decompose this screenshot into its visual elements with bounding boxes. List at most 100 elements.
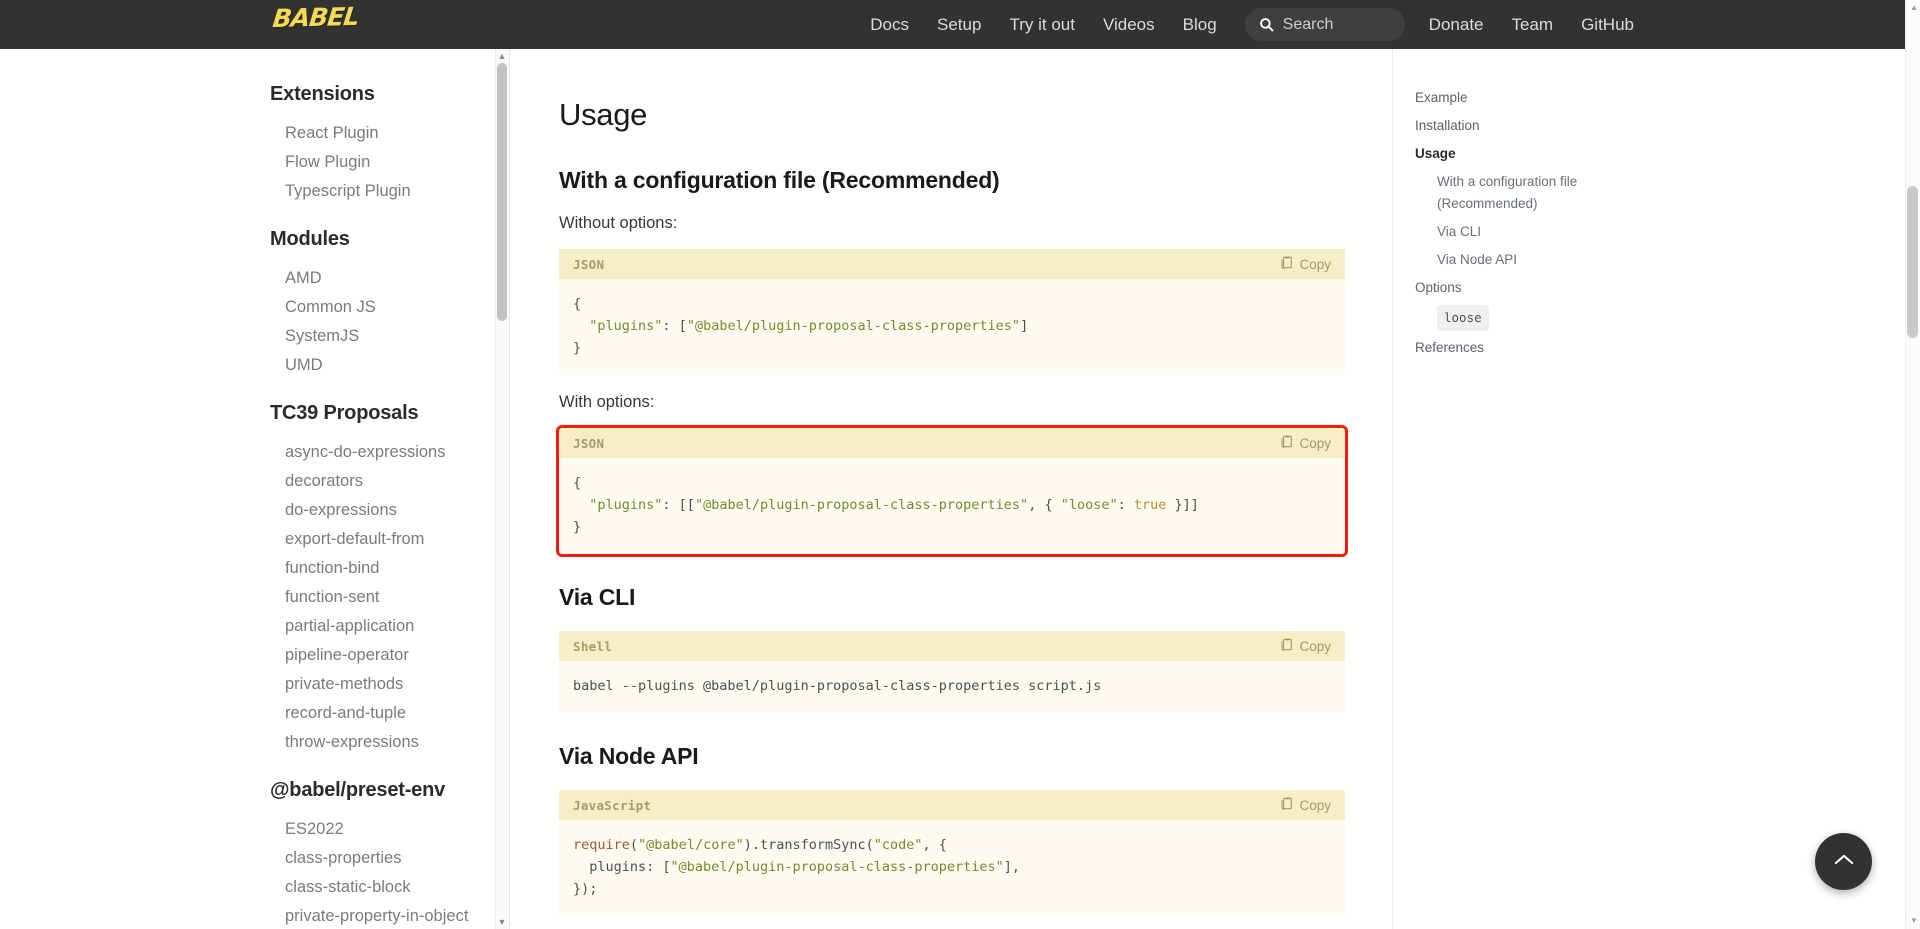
toc-item-via-node-api[interactable]: Via Node API	[1415, 249, 1672, 271]
code-block-header: Shell Copy	[559, 631, 1345, 661]
code-block-shell-cli: Shell Copy babel --plugins @babel/plugin…	[559, 631, 1345, 713]
nav-link-github[interactable]: GitHub	[1567, 0, 1648, 49]
page-title: Usage	[559, 97, 648, 132]
sidebar-item-function-sent[interactable]: function-sent	[0, 583, 496, 612]
sidebar-scrollbar-thumb[interactable]	[497, 63, 507, 321]
sidebar-item-es2022[interactable]: ES2022	[0, 815, 496, 844]
sidebar-heading-modules: Modules	[270, 228, 350, 250]
toc-item-options[interactable]: Options	[1415, 277, 1672, 299]
code-block-header: JavaScript Copy	[559, 790, 1345, 820]
sidebar-item-function-bind[interactable]: function-bind	[0, 554, 496, 583]
sidebar-item-class-properties[interactable]: class-properties	[0, 844, 496, 873]
navbar-right-group: Docs Setup Try it out Videos Blog Search…	[856, 0, 1920, 49]
sidebar-item-private-property-in-object[interactable]: private-property-in-object	[0, 902, 496, 929]
toc-item-with-configuration-file[interactable]: With a configuration file (Recommended)	[1415, 171, 1672, 215]
code-block-javascript-node-api: JavaScript Copy require("@babel/core").t…	[559, 790, 1345, 916]
copy-button[interactable]: Copy	[1281, 256, 1331, 272]
scroll-to-top-button[interactable]	[1815, 833, 1872, 890]
sidebar-item-throw-expressions[interactable]: throw-expressions	[0, 728, 496, 757]
toc-item-usage[interactable]: Usage	[1415, 143, 1672, 165]
label-with-options: With options:	[559, 393, 655, 411]
sidebar-item-decorators[interactable]: decorators	[0, 467, 496, 496]
section-heading-config-file: With a configuration file (Recommended)	[559, 167, 1000, 193]
sidebar-item-class-static-block[interactable]: class-static-block	[0, 873, 496, 902]
sidebar-item-systemjs[interactable]: SystemJS	[0, 322, 496, 351]
code-content: babel --plugins @babel/plugin-proposal-c…	[573, 678, 1102, 694]
sidebar-item-export-default-from[interactable]: export-default-from	[0, 525, 496, 554]
section-heading-via-node-api: Via Node API	[559, 743, 699, 769]
code-language-label: JavaScript	[573, 797, 652, 813]
copy-button-label: Copy	[1299, 435, 1331, 451]
code-language-label: JSON	[573, 256, 605, 272]
sidebar-item-react-plugin[interactable]: React Plugin	[0, 119, 496, 148]
page-root: BABEL Docs Setup Try it out Videos Blog …	[0, 0, 1920, 929]
nav-link-docs[interactable]: Docs	[856, 0, 923, 49]
code-content: { "plugins": ["@babel/plugin-proposal-cl…	[573, 296, 1029, 356]
code-content: { "plugins": [["@babel/plugin-proposal-c…	[573, 475, 1199, 535]
sidebar-nav-list: Extensions React Plugin Flow Plugin Type…	[0, 49, 496, 929]
sidebar-item-common-js[interactable]: Common JS	[0, 293, 496, 322]
babel-logo[interactable]: BABEL	[271, 2, 360, 33]
page-body: Extensions React Plugin Flow Plugin Type…	[0, 49, 1920, 929]
section-heading-via-cli: Via CLI	[559, 584, 636, 610]
triangle-down-icon[interactable]: ▼	[496, 916, 508, 928]
nav-link-donate[interactable]: Donate	[1415, 0, 1498, 49]
table-of-contents: Example Installation Usage With a config…	[1392, 49, 1672, 929]
sidebar-heading-preset-env: @babel/preset-env	[270, 779, 446, 801]
sidebar-item-umd[interactable]: UMD	[0, 351, 496, 380]
triangle-up-icon[interactable]: ▲	[496, 50, 508, 62]
clipboard-icon	[1281, 256, 1293, 272]
copy-button[interactable]: Copy	[1281, 797, 1331, 813]
page-scrollbar-thumb[interactable]	[1907, 186, 1918, 338]
code-language-label: Shell	[573, 638, 613, 654]
copy-button-label: Copy	[1299, 797, 1331, 813]
sidebar-item-do-expressions[interactable]: do-expressions	[0, 496, 496, 525]
sidebar-heading-extensions: Extensions	[270, 83, 375, 105]
code-block-header: JSON Copy	[559, 428, 1345, 458]
clipboard-icon	[1281, 797, 1293, 813]
code-language-label: JSON	[573, 435, 605, 451]
search-input-placeholder: Search	[1282, 15, 1334, 33]
nav-link-setup[interactable]: Setup	[923, 0, 995, 49]
toc-item-installation[interactable]: Installation	[1415, 115, 1672, 137]
copy-button-label: Copy	[1299, 256, 1331, 272]
code-block-json-with-options-highlighted: JSON Copy { "plugins": [["@babel/plugin-	[556, 425, 1348, 557]
toc-item-via-cli[interactable]: Via CLI	[1415, 221, 1672, 243]
sidebar-scrollbar[interactable]: ▲ ▼	[495, 49, 509, 929]
copy-button[interactable]: Copy	[1281, 435, 1331, 451]
code-block-header: JSON Copy	[559, 249, 1345, 279]
nav-link-try-it-out[interactable]: Try it out	[995, 0, 1089, 49]
clipboard-icon	[1281, 638, 1293, 654]
clipboard-icon	[1281, 435, 1293, 451]
top-navbar: BABEL Docs Setup Try it out Videos Blog …	[0, 0, 1920, 49]
label-without-options: Without options:	[559, 214, 678, 232]
toc-item-loose-label: loose	[1437, 305, 1489, 331]
sidebar-item-amd[interactable]: AMD	[0, 264, 496, 293]
page-scrollbar[interactable]: ▲ ▼	[1905, 0, 1920, 929]
chevron-up-icon	[1834, 853, 1854, 871]
search-box[interactable]: Search	[1244, 8, 1405, 41]
sidebar-item-flow-plugin[interactable]: Flow Plugin	[0, 148, 496, 177]
sidebar-item-pipeline-operator[interactable]: pipeline-operator	[0, 641, 496, 670]
sidebar-item-record-and-tuple[interactable]: record-and-tuple	[0, 699, 496, 728]
left-sidebar: Extensions React Plugin Flow Plugin Type…	[0, 49, 510, 929]
copy-button-label: Copy	[1299, 638, 1331, 654]
nav-link-videos[interactable]: Videos	[1089, 0, 1169, 49]
copy-button[interactable]: Copy	[1281, 638, 1331, 654]
scrollbar-up-arrow-icon[interactable]: ▲	[1909, 3, 1919, 13]
toc-item-example[interactable]: Example	[1415, 87, 1672, 109]
code-content: require("@babel/core").transformSync("co…	[573, 837, 1021, 897]
toc-item-references[interactable]: References	[1415, 337, 1672, 359]
sidebar-item-partial-application[interactable]: partial-application	[0, 612, 496, 641]
toc-item-loose[interactable]: loose	[1415, 305, 1672, 331]
sidebar-item-typescript-plugin[interactable]: Typescript Plugin	[0, 177, 496, 206]
main-content: Usage With a configuration file (Recomme…	[511, 49, 1391, 929]
code-block-json-without-options: JSON Copy { "plugins": ["@babel/plugin-p	[559, 249, 1345, 375]
nav-link-blog[interactable]: Blog	[1169, 0, 1231, 49]
search-icon	[1259, 17, 1274, 32]
scrollbar-down-arrow-icon[interactable]: ▼	[1909, 916, 1919, 926]
sidebar-heading-tc39-proposals: TC39 Proposals	[270, 402, 419, 424]
sidebar-item-private-methods[interactable]: private-methods	[0, 670, 496, 699]
sidebar-item-async-do-expressions[interactable]: async-do-expressions	[0, 438, 496, 467]
nav-link-team[interactable]: Team	[1498, 0, 1568, 49]
